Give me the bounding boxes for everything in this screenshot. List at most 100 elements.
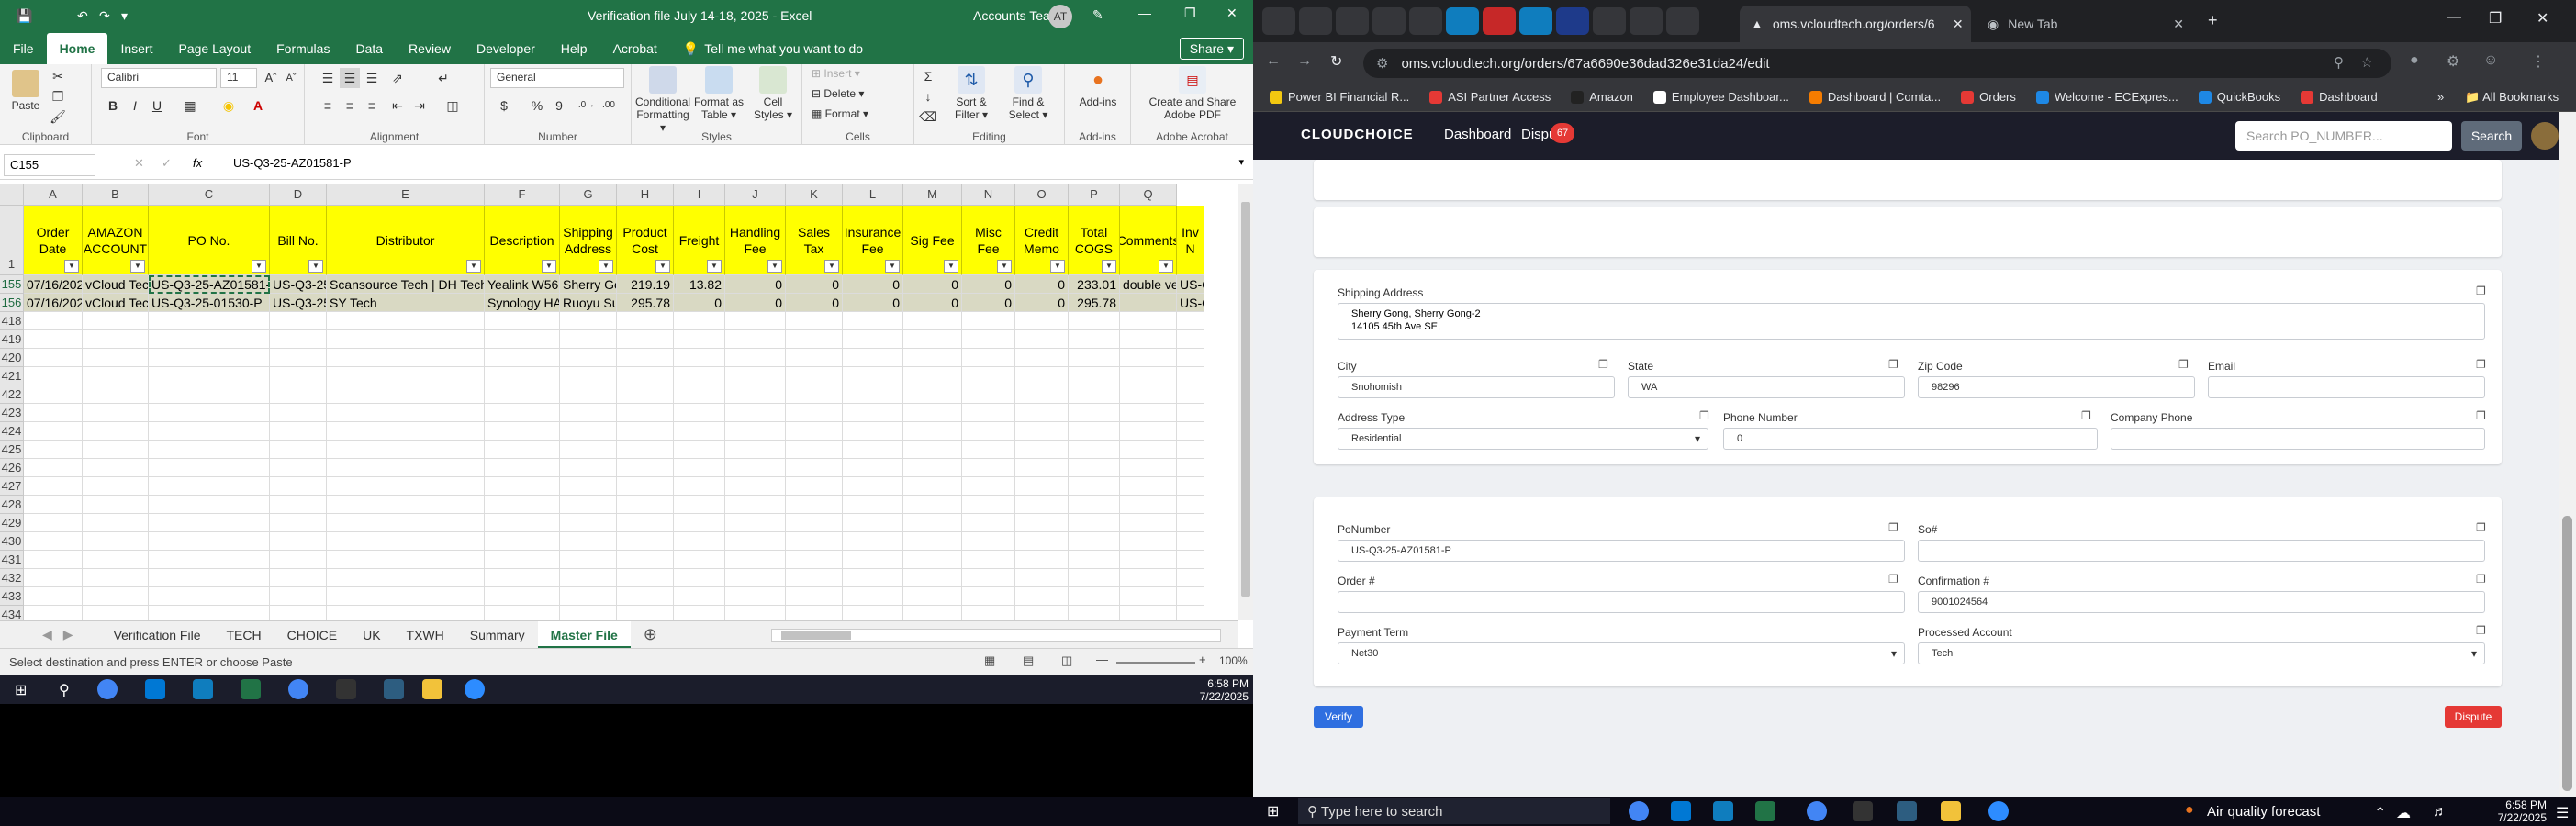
table-cell[interactable] [1120, 551, 1177, 569]
calculator-icon[interactable] [384, 679, 404, 699]
table-cell[interactable] [83, 514, 149, 532]
align-middle-icon[interactable]: ☰ [340, 68, 360, 88]
email-input[interactable] [2208, 376, 2485, 398]
table-cell[interactable] [962, 532, 1015, 551]
table-cell[interactable] [485, 367, 560, 385]
table-cell[interactable] [24, 459, 83, 477]
create-pdf-button[interactable]: ▤ Create and Share Adobe PDF [1138, 66, 1247, 121]
table-cell[interactable] [962, 587, 1015, 606]
table-cell[interactable] [786, 551, 843, 569]
row-header[interactable]: 156 [0, 294, 24, 312]
filter-dropdown-icon[interactable]: ▼ [542, 260, 556, 273]
copy-icon[interactable]: ❐ [48, 86, 68, 106]
table-cell[interactable] [149, 330, 270, 349]
table-cell[interactable] [83, 422, 149, 441]
filter-dropdown-icon[interactable]: ▼ [64, 260, 79, 273]
number-format-select[interactable]: General [490, 68, 624, 88]
bookmark-item[interactable]: Power BI Financial R... [1270, 90, 1409, 105]
row-header[interactable]: 419 [0, 330, 24, 349]
italic-button[interactable]: I [125, 95, 145, 116]
copy-email-icon[interactable]: ❐ [2476, 358, 2486, 371]
horizontal-scroll-thumb[interactable] [781, 631, 851, 640]
decrease-indent-icon[interactable]: ⇤ [387, 95, 408, 116]
align-top-icon[interactable]: ☰ [318, 68, 338, 88]
excel-icon[interactable] [241, 679, 261, 699]
table-cell[interactable] [24, 551, 83, 569]
user-avatar[interactable] [2531, 122, 2559, 150]
table-cell[interactable] [903, 587, 962, 606]
table-cell[interactable] [843, 551, 903, 569]
header-cell[interactable]: Sig Fee ▼ [903, 206, 962, 275]
table-cell[interactable] [270, 569, 327, 587]
table-cell[interactable] [843, 514, 903, 532]
table-cell[interactable] [674, 551, 725, 569]
table-cell[interactable] [560, 551, 617, 569]
table-cell[interactable] [1120, 569, 1177, 587]
table-cell[interactable] [725, 441, 786, 459]
table-cell[interactable] [1015, 330, 1069, 349]
table-cell[interactable] [24, 514, 83, 532]
table-cell[interactable] [1177, 349, 1204, 367]
zoom-in-icon[interactable]: + [1199, 653, 1206, 666]
cancel-formula-icon[interactable]: ✕ [134, 156, 144, 171]
clock-date[interactable]: 7/22/2025 [2473, 811, 2547, 824]
bookmark-item[interactable]: Welcome - ECExpres... [2035, 90, 2178, 105]
table-cell[interactable] [149, 477, 270, 496]
fill-icon[interactable]: ↓ [918, 86, 938, 106]
table-cell[interactable] [786, 349, 843, 367]
row-header[interactable]: 422 [0, 385, 24, 404]
table-cell[interactable] [617, 404, 674, 422]
table-cell[interactable] [962, 422, 1015, 441]
table-cell[interactable] [1015, 441, 1069, 459]
table-cell[interactable] [1177, 312, 1204, 330]
table-cell[interactable] [24, 404, 83, 422]
zip-input[interactable]: 98296 [1918, 376, 2195, 398]
tab-help[interactable]: Help [548, 33, 600, 64]
table-cell[interactable] [24, 349, 83, 367]
table-cell[interactable] [1069, 569, 1120, 587]
table-cell[interactable] [327, 385, 485, 404]
sort-filter-button[interactable]: ⇅ Sort & Filter ▾ [946, 66, 997, 121]
percent-button[interactable]: % [527, 95, 547, 116]
page-scrollbar[interactable] [2559, 112, 2576, 797]
row-header[interactable]: 424 [0, 422, 24, 441]
table-cell[interactable] [327, 587, 485, 606]
sheet-tab[interactable]: Verification File [101, 621, 214, 649]
table-cell[interactable] [270, 496, 327, 514]
table-cell[interactable] [1120, 385, 1177, 404]
row-header[interactable]: 433 [0, 587, 24, 606]
excel-icon[interactable] [1755, 801, 1775, 821]
table-cell[interactable] [1069, 404, 1120, 422]
orientation-icon[interactable]: ⇗ [387, 68, 408, 88]
table-cell[interactable] [962, 551, 1015, 569]
insert-cells-button[interactable]: ⊞ Insert ▾ [812, 67, 860, 80]
copy-confirmation-icon[interactable]: ❐ [2476, 573, 2486, 586]
restore-icon[interactable]: ❐ [1184, 6, 1196, 21]
table-cell[interactable] [149, 404, 270, 422]
table-cell[interactable] [843, 404, 903, 422]
table-cell[interactable] [843, 459, 903, 477]
table-cell[interactable] [485, 496, 560, 514]
header-cell[interactable]: Misc Fee ▼ [962, 206, 1015, 275]
table-cell[interactable] [149, 349, 270, 367]
table-cell[interactable]: US-C [1177, 275, 1204, 294]
shrink-font-icon[interactable]: Aˇ [281, 68, 301, 88]
table-cell[interactable] [24, 569, 83, 587]
table-cell[interactable] [617, 459, 674, 477]
format-cells-button[interactable]: ▦ Format ▾ [812, 107, 868, 120]
site-info-icon[interactable]: ⚙ [1376, 55, 1388, 72]
expand-formula-icon[interactable]: ▾ [1238, 156, 1244, 168]
table-cell[interactable] [560, 441, 617, 459]
wrap-text-icon[interactable]: ↵ [433, 68, 454, 88]
column-header-k[interactable]: K [786, 184, 843, 206]
prev-sheet-icon[interactable]: ◀ [42, 627, 52, 642]
profile-dot-icon[interactable]: ● [2410, 52, 2419, 69]
avatar[interactable]: AT [1048, 5, 1072, 28]
table-cell[interactable]: 07/16/202 [24, 294, 83, 312]
bookmark-item[interactable]: Amazon [1571, 90, 1633, 105]
share-button[interactable]: Share ▾ [1179, 38, 1244, 60]
table-cell[interactable] [1069, 477, 1120, 496]
table-cell[interactable] [843, 441, 903, 459]
table-cell[interactable] [485, 422, 560, 441]
copy-processed-icon[interactable]: ❐ [2476, 624, 2486, 637]
